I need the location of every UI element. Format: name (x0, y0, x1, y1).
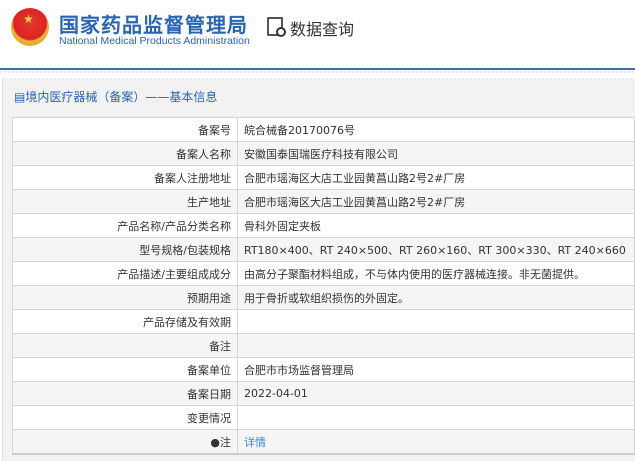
row-value: 皖合械备20170076号 (237, 117, 635, 142)
document-icon: ▤ (14, 90, 26, 104)
row-label: 产品描述/主要组成成分 (12, 261, 238, 286)
table-row: 型号规格/包装规格 RT180×400、RT 240×500、RT 260×160… (12, 237, 635, 262)
row-value (237, 309, 635, 334)
table-row: 预期用途 用于骨折或软组织损伤的外固定。 (12, 285, 635, 310)
row-label: 预期用途 (12, 285, 238, 310)
brand-name-cn: 国家药品监督管理局 (59, 13, 248, 37)
row-value: 2022-04-01 (237, 381, 635, 406)
table-row: 备案人注册地址 合肥市瑶海区大店工业园黄菖山路2号2#厂房 (12, 165, 635, 190)
row-value: 骨科外固定夹板 (237, 213, 635, 238)
query-title: 数据查询 (290, 20, 355, 39)
bulb-icon: ● (210, 435, 220, 449)
row-label: 备案单位 (12, 357, 238, 382)
panel-title: ▤境内医疗器械（备案）——基本信息 (14, 90, 218, 104)
row-label: 产品名称/产品分类名称 (12, 213, 238, 238)
table-row: ●注 详情 (12, 429, 635, 455)
row-label: 备案人名称 (12, 141, 238, 166)
table-row: 产品描述/主要组成成分 由高分子聚酯材料组成，不与体内使用的医疗器械连接。非无菌提… (12, 261, 635, 286)
info-table: 备案号 皖合械备20170076号 备案人名称 安徽国泰国瑞医疗科技有限公司 备案人注册… (12, 117, 635, 455)
table-row: 备案人名称 安徽国泰国瑞医疗科技有限公司 (12, 141, 635, 166)
row-value: 安徽国泰国瑞医疗科技有限公司 (237, 141, 635, 166)
site-header: 国家药品监督管理局 National Medical Products Admi… (0, 0, 635, 68)
row-value: 由高分子聚酯材料组成，不与体内使用的医疗器械连接。非无菌提供。 (237, 261, 635, 286)
row-label: 备案号 (12, 117, 238, 142)
table-row: 备案号 皖合械备20170076号 (12, 117, 635, 142)
brand-name-en: National Medical Products Administration (59, 35, 250, 47)
row-value: RT180×400、RT 240×500、RT 260×160、RT 300×3… (237, 237, 635, 262)
table-row: 变更情况 (12, 405, 635, 430)
data-query-icon (267, 17, 286, 37)
row-value: 详情 (237, 429, 635, 455)
table-row: 备注 (12, 333, 635, 358)
table-row: 生产地址 合肥市瑶海区大店工业园黄菖山路2号2#厂房 (12, 189, 635, 214)
row-value: 合肥市瑶海区大店工业园黄菖山路2号2#厂房 (237, 165, 635, 190)
row-label: 备案日期 (12, 381, 238, 406)
header-divider-dotted (0, 71, 635, 73)
table-row: 备案单位 合肥市市场监督管理局 (12, 357, 635, 382)
table-row: 产品名称/产品分类名称 骨科外固定夹板 (12, 213, 635, 238)
table-row: 产品存储及有效期 (12, 309, 635, 334)
row-value (237, 405, 635, 430)
row-value: 合肥市市场监督管理局 (237, 357, 635, 382)
row-label: 型号规格/包装规格 (12, 237, 238, 262)
row-label: 变更情况 (12, 405, 238, 430)
row-value: 用于骨折或软组织损伤的外固定。 (237, 285, 635, 310)
national-emblem-logo (11, 8, 49, 46)
row-label: 生产地址 (12, 189, 238, 214)
header-divider (0, 68, 635, 70)
row-label: 备案人注册地址 (12, 165, 238, 190)
table-row: 备案日期 2022-04-01 (12, 381, 635, 406)
row-value: 合肥市瑶海区大店工业园黄菖山路2号2#厂房 (237, 189, 635, 214)
row-label: 产品存储及有效期 (12, 309, 238, 334)
details-link[interactable]: 详情 (244, 436, 266, 449)
row-label: 备注 (12, 333, 238, 358)
row-value (237, 333, 635, 358)
row-label: ●注 (12, 429, 238, 455)
